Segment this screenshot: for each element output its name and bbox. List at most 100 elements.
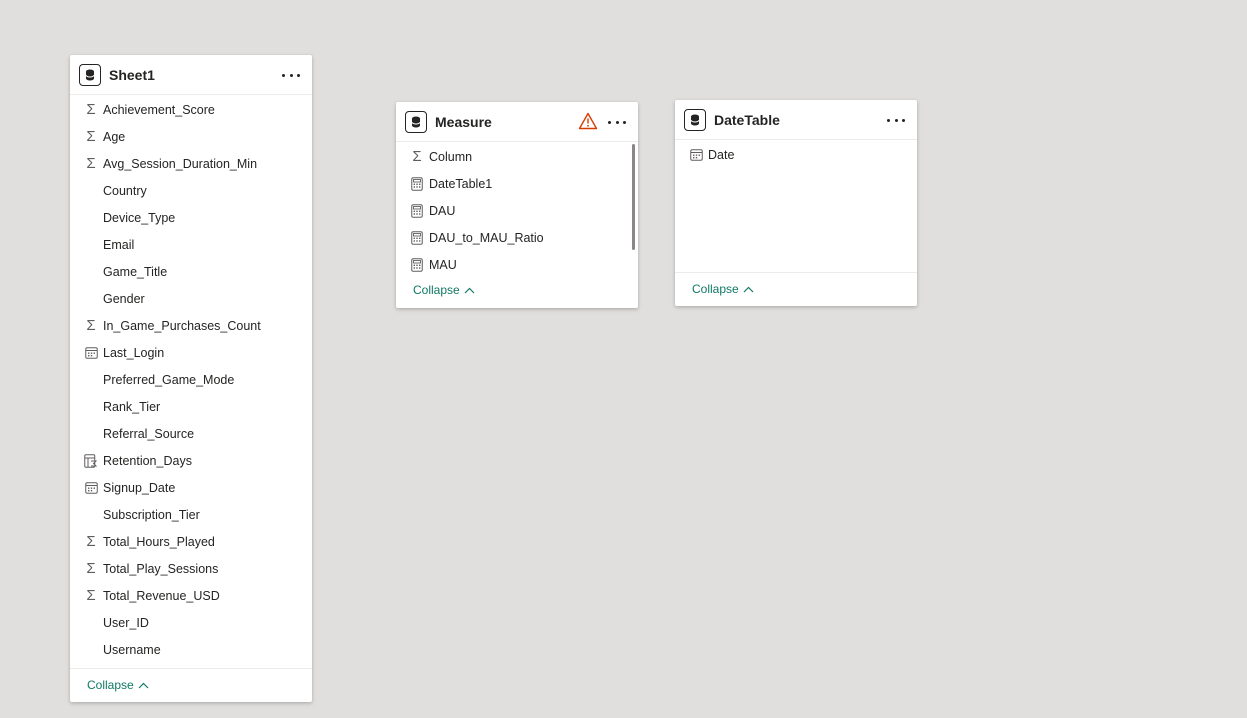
database-icon [79,64,101,86]
field-row[interactable]: Σ Column [396,143,638,170]
field-row[interactable]: Country [70,177,312,204]
table-card-footer: Collapse [675,272,917,306]
field-row[interactable]: Rank_Tier [70,393,312,420]
field-row[interactable]: Retention_Days [70,447,312,474]
dot-icon [887,118,890,122]
field-label: Avg_Session_Duration_Min [103,156,258,171]
field-label: User_ID [103,615,149,630]
field-label: Date [708,147,735,162]
dot-icon [608,120,611,124]
blank-icon [84,238,98,252]
field-row[interactable]: Game_Title [70,258,312,285]
dot-icon [297,73,300,77]
table-title: Sheet1 [109,66,155,83]
blank-icon [84,400,98,414]
field-row[interactable]: Username [70,636,312,663]
field-row[interactable]: DAU [396,197,638,224]
blank-icon [84,184,98,198]
calendar-icon [689,148,703,162]
table-card-header[interactable]: Sheet1 [70,55,312,95]
blank-icon [84,265,98,279]
dot-icon [902,118,905,122]
calculated-column-icon [84,453,98,468]
collapse-label: Collapse [413,283,460,297]
field-row[interactable]: Σ Total_Hours_Played [70,528,312,555]
field-row[interactable]: Σ Achievement_Score [70,96,312,123]
field-row[interactable]: Email [70,231,312,258]
chevron-up-icon [464,287,475,293]
field-label: Signup_Date [103,480,176,495]
more-options-button[interactable] [887,112,905,128]
dot-icon [282,73,285,77]
blank-icon [84,373,98,387]
blank-icon [84,211,98,225]
field-row[interactable]: Signup_Date [70,474,312,501]
table-title: DateTable [714,111,780,128]
field-row[interactable]: Device_Type [70,204,312,231]
field-label: Device_Type [103,210,176,225]
field-row[interactable]: Σ In_Game_Purchases_Count [70,312,312,339]
sigma-icon: Σ [86,587,96,604]
field-list[interactable]: Σ Achievement_Score Σ Age Σ Avg_Session_Durat… [70,95,312,668]
field-row[interactable]: User_ID [70,609,312,636]
blank-icon [84,616,98,630]
calculator-icon [410,257,424,272]
field-label: In_Game_Purchases_Count [103,318,261,333]
collapse-button[interactable]: Collapse [413,283,475,297]
calendar-icon [84,346,98,360]
sigma-icon: Σ [86,128,96,145]
field-list[interactable]: Σ Column DateTable1 DAU DAU_to_MAU_Ratio MAU [396,142,638,274]
field-label: Total_Play_Sessions [103,561,219,576]
field-row[interactable]: Date [675,141,917,168]
field-row[interactable]: Referral_Source [70,420,312,447]
field-row[interactable]: Last_Login [70,339,312,366]
field-row[interactable]: Preferred_Game_Mode [70,366,312,393]
field-label: DateTable1 [429,176,493,191]
table-card-datetable[interactable]: DateTable Date Collapse [675,100,917,306]
more-options-button[interactable] [282,67,300,83]
field-label: Column [429,149,473,164]
model-canvas[interactable]: Sheet1 Σ Achievement_Score Σ Age Σ Avg_Sessio… [0,0,1247,718]
field-row[interactable]: Subscription_Tier [70,501,312,528]
sigma-icon: Σ [86,560,96,577]
field-row[interactable]: Σ Age [70,123,312,150]
field-label: Subscription_Tier [103,507,200,522]
field-row[interactable]: MAU [396,251,638,274]
calculator-icon [410,176,424,191]
database-icon [405,111,427,133]
field-label: MAU [429,257,457,272]
field-label: Total_Revenue_USD [103,588,220,603]
chevron-up-icon [138,682,149,688]
collapse-button[interactable]: Collapse [87,678,149,692]
table-card-header[interactable]: DateTable [675,100,917,140]
collapse-button[interactable]: Collapse [692,282,754,296]
field-row[interactable]: Σ Avg_Session_Duration_Min [70,150,312,177]
blank-icon [84,427,98,441]
field-label: Rank_Tier [103,399,161,414]
table-card-measure[interactable]: Measure Σ Column DateTable1 DAU DAU_to_MAU_R… [396,102,638,308]
sigma-icon: Σ [86,317,96,334]
field-row[interactable]: Σ Total_Revenue_USD [70,582,312,609]
field-row[interactable]: Gender [70,285,312,312]
table-card-sheet1[interactable]: Sheet1 Σ Achievement_Score Σ Age Σ Avg_Sessio… [70,55,312,702]
sigma-icon: Σ [86,533,96,550]
more-options-button[interactable] [608,114,626,130]
field-list[interactable]: Date [675,140,917,272]
scrollbar[interactable] [632,144,635,250]
field-label: DAU [429,203,456,218]
field-row[interactable]: DAU_to_MAU_Ratio [396,224,638,251]
table-card-header[interactable]: Measure [396,102,638,142]
dot-icon [894,118,898,122]
database-icon [684,109,706,131]
warning-icon[interactable] [578,112,598,130]
dot-icon [289,73,293,77]
field-row[interactable]: Σ Total_Play_Sessions [70,555,312,582]
collapse-label: Collapse [87,678,134,692]
calculator-icon [410,230,424,245]
field-label: Age [103,129,126,144]
field-label: Achievement_Score [103,102,215,117]
field-row[interactable]: DateTable1 [396,170,638,197]
calculator-icon [410,203,424,218]
table-card-footer: Collapse [396,274,638,308]
field-label: Total_Hours_Played [103,534,215,549]
